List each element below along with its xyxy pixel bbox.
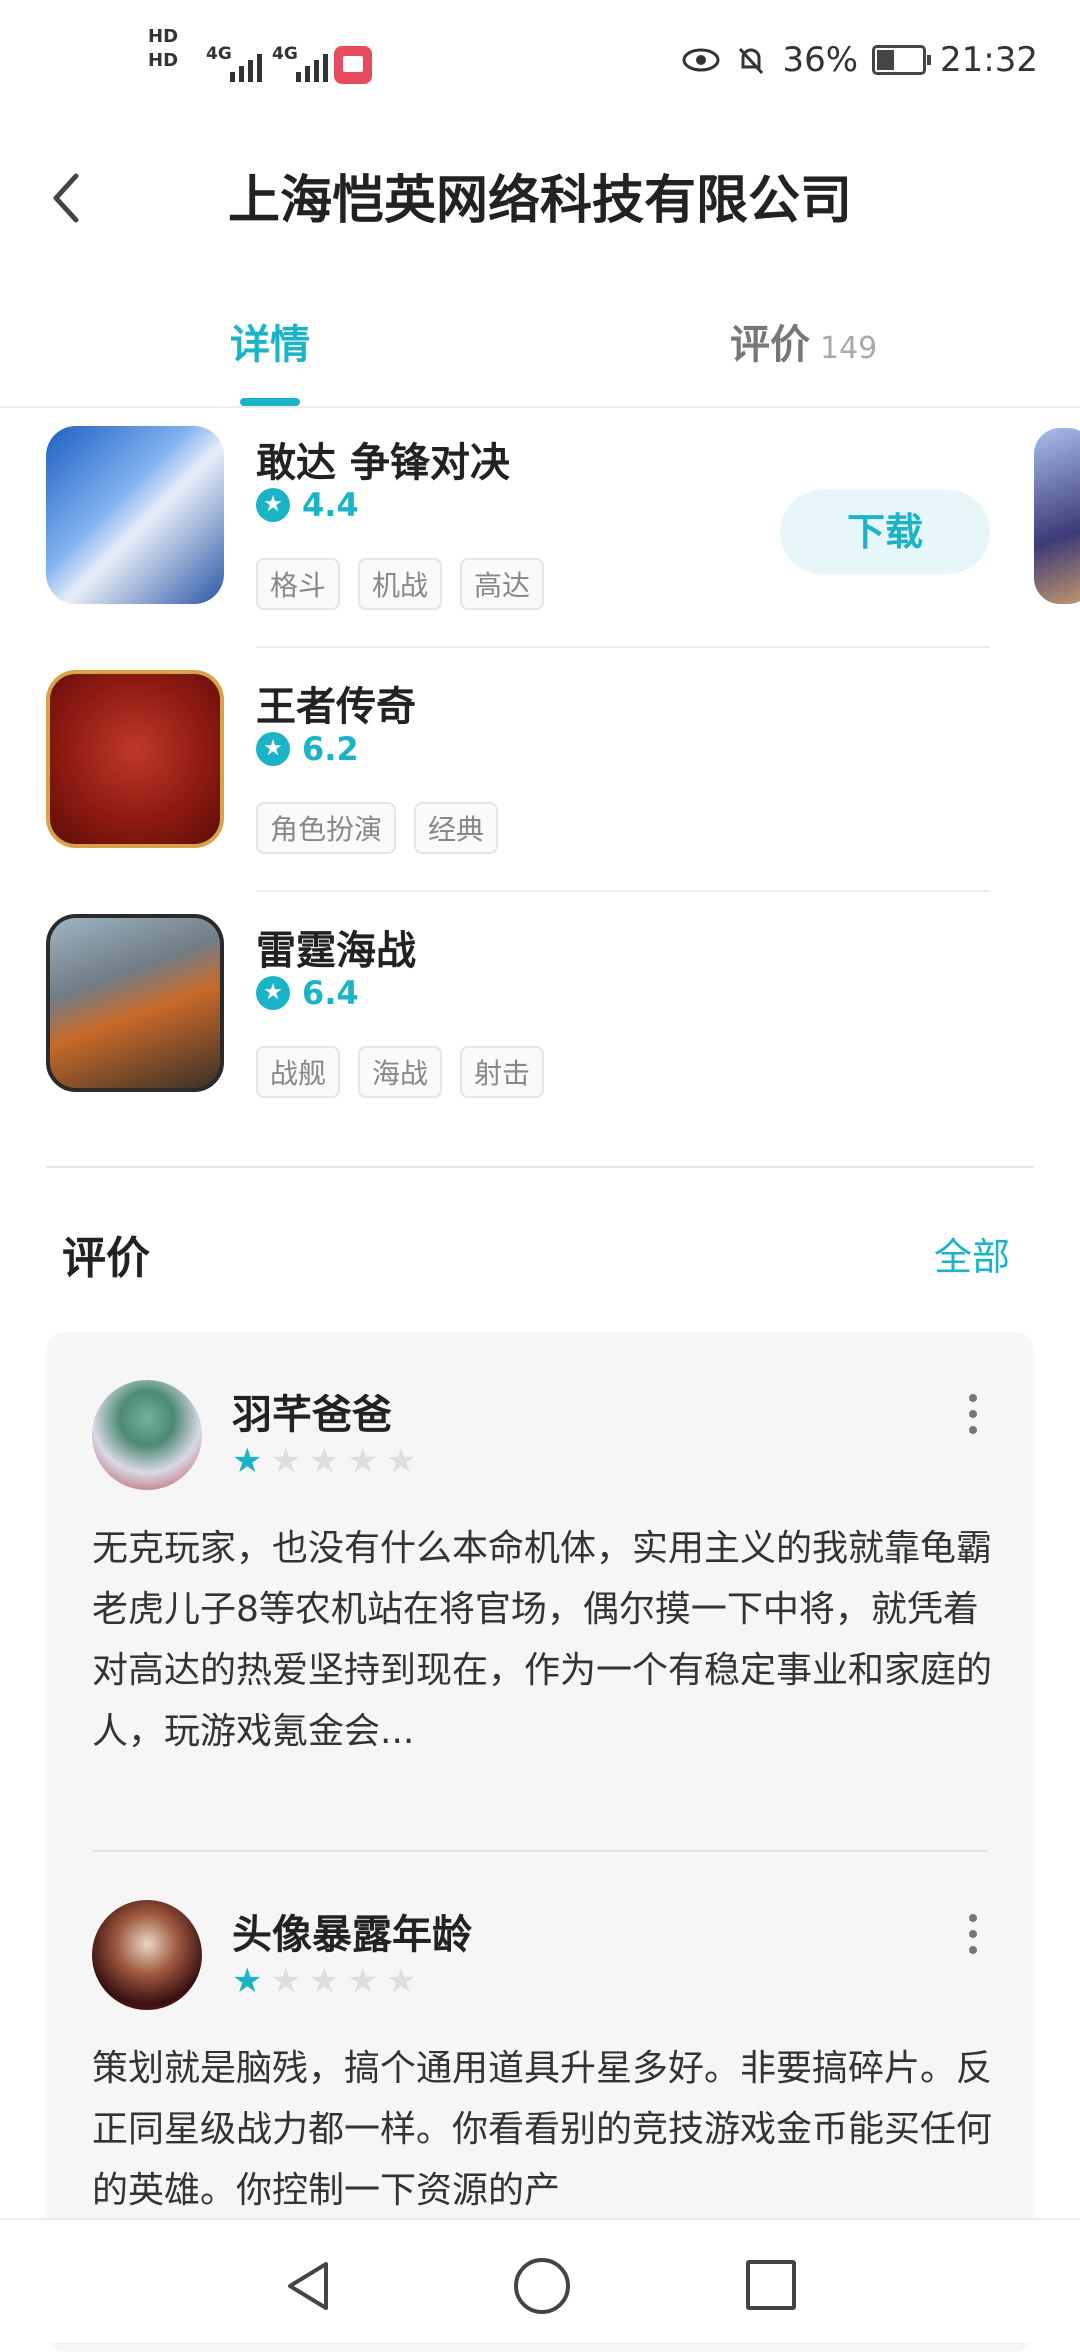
star-empty-icon: ★ <box>385 1961 417 2001</box>
star-badge-icon <box>256 732 290 766</box>
star-filled-icon: ★ <box>232 1961 263 2001</box>
active-tab-indicator <box>240 398 300 406</box>
nav-recents-icon[interactable] <box>746 2260 796 2310</box>
battery-icon <box>872 45 932 75</box>
clock: 21:32 <box>940 40 1038 80</box>
rating-value: 6.2 <box>302 730 359 768</box>
star-empty-icon: ★ <box>347 1961 378 2001</box>
game-name: 雷霆海战 <box>256 928 416 974</box>
tab-detail[interactable]: 详情 <box>230 312 310 370</box>
hd-indicator-2: HD <box>148 50 179 71</box>
star-filled-icon: ★ <box>232 1441 263 1481</box>
star-badge-icon <box>256 488 290 522</box>
tag: 角色扮演 <box>256 802 397 854</box>
signal-icon-2 <box>296 42 328 82</box>
star-empty-icon: ★ <box>347 1441 378 1481</box>
page-title: 上海恺英网络科技有限公司 <box>227 171 852 231</box>
tag: 经典 <box>414 802 499 854</box>
nav-back-icon[interactable] <box>282 2258 338 2314</box>
tag: 战舰 <box>256 1046 341 1098</box>
tag: 格斗 <box>256 558 341 610</box>
partial-game-card[interactable] <box>1034 428 1080 604</box>
review-item[interactable]: 羽芊爸爸 ★ ★ ★ ★ ★ 无克玩家，也没有什么本命机体，实用主义的我就靠龟霸… <box>46 1332 1034 1852</box>
game-rating: 6.4 <box>256 974 359 1012</box>
more-options-icon[interactable] <box>968 1394 978 1438</box>
more-options-icon[interactable] <box>968 1914 978 1958</box>
game-icon-wangzhe <box>46 670 224 848</box>
rating-value: 4.4 <box>302 486 359 524</box>
review-stars: ★ ★ ★ ★ ★ <box>232 1964 416 1998</box>
reviews-heading: 评价 <box>62 1233 150 1284</box>
download-button[interactable]: 下载 <box>780 490 990 574</box>
mute-bell-icon <box>739 47 764 75</box>
reader-app-icon <box>334 46 372 84</box>
network-type-1: 4G <box>206 44 232 64</box>
avatar[interactable] <box>92 1900 202 2010</box>
star-empty-icon: ★ <box>308 1441 340 1481</box>
status-bar: HD HD 4G 4G 36% 21:32 <box>0 0 1080 130</box>
game-rating: 6.2 <box>256 730 359 768</box>
eye-icon <box>682 48 720 72</box>
tag: 海战 <box>358 1046 443 1098</box>
review-stars: ★ ★ ★ ★ ★ <box>232 1444 416 1478</box>
game-tags: 战舰 海战 射击 <box>256 1046 545 1098</box>
star-empty-icon: ★ <box>385 1441 417 1481</box>
tab-reviews[interactable]: 评价 149 <box>730 312 877 370</box>
view-all-link[interactable]: 全部 <box>934 1226 1010 1281</box>
tag: 高达 <box>460 558 545 610</box>
network-type-2: 4G <box>272 44 298 64</box>
game-icon-gundam <box>46 426 224 604</box>
reviewer-name: 头像暴露年龄 <box>232 1912 472 1958</box>
rating-value: 6.4 <box>302 974 359 1012</box>
tag: 射击 <box>460 1046 545 1098</box>
game-item-wangzhe[interactable]: 王者传奇 6.2 角色扮演 经典 <box>0 652 1080 892</box>
battery-percent: 36% <box>782 40 859 80</box>
reviews-card: 羽芊爸爸 ★ ★ ★ ★ ★ 无克玩家，也没有什么本命机体，实用主义的我就靠龟霸… <box>46 1332 1034 2352</box>
game-item-leiting[interactable]: 雷霆海战 6.4 战舰 海战 射击 <box>0 896 1080 1136</box>
review-text: 无克玩家，也没有什么本命机体，实用主义的我就靠龟霸老虎儿子8等农机站在将官场，偶… <box>92 1528 993 1752</box>
star-empty-icon: ★ <box>308 1961 340 2001</box>
tab-detail-label: 详情 <box>230 322 310 368</box>
signal-icon-1 <box>230 42 262 82</box>
game-item-gundam[interactable]: 敢达 争锋对决 4.4 格斗 机战 高达 下载 <box>0 408 1080 648</box>
review-text: 策划就是脑残，搞个通用道具升星多好。非要搞碎片。反正同星级战力都一样。你看看别的… <box>92 2048 993 2211</box>
tab-reviews-label: 评价 <box>730 322 810 368</box>
avatar[interactable] <box>92 1380 202 1490</box>
tag: 机战 <box>358 558 443 610</box>
divider <box>256 890 990 892</box>
game-rating: 4.4 <box>256 486 359 524</box>
game-tags: 角色扮演 经典 <box>256 802 499 854</box>
divider <box>256 646 990 648</box>
hd-indicator-1: HD <box>148 26 179 47</box>
nav-home-icon[interactable] <box>514 2258 570 2314</box>
section-divider <box>46 1166 1034 1168</box>
game-icon-leiting <box>46 914 224 1092</box>
reviewer-name: 羽芊爸爸 <box>232 1392 392 1438</box>
system-nav-bar <box>0 2218 1080 2342</box>
star-empty-icon: ★ <box>270 1961 301 2001</box>
game-tags: 格斗 机战 高达 <box>256 558 545 610</box>
game-name: 王者传奇 <box>256 684 416 730</box>
star-empty-icon: ★ <box>270 1441 301 1481</box>
tab-reviews-count: 149 <box>820 331 878 366</box>
game-name: 敢达 争锋对决 <box>256 440 510 486</box>
star-badge-icon <box>256 976 290 1010</box>
